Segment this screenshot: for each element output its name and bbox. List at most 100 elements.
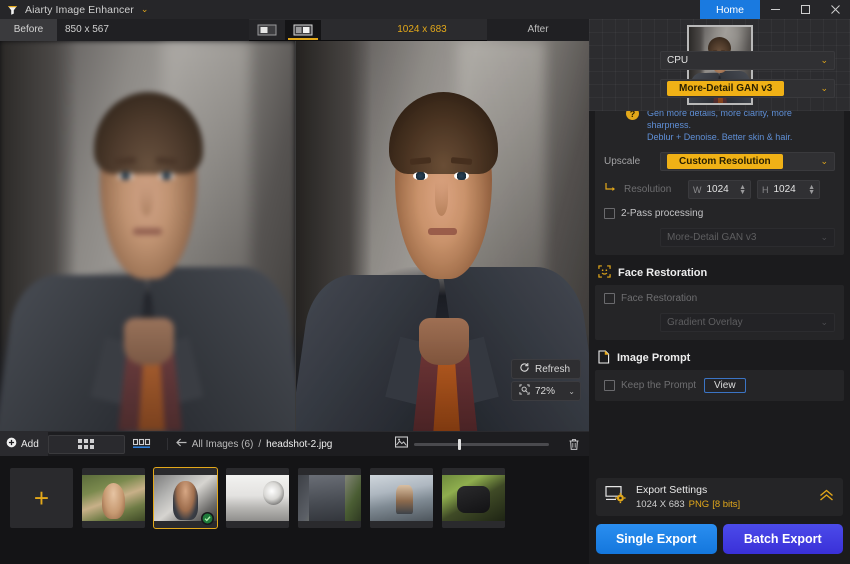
- width-value: 1024: [706, 184, 729, 196]
- thumbnail-add[interactable]: +: [10, 468, 73, 528]
- trash-icon[interactable]: [559, 438, 589, 451]
- before-image[interactable]: [0, 41, 295, 431]
- breadcrumb-all-images[interactable]: All Images (6): [192, 439, 254, 450]
- title-bar: Aiarty Image Enhancer ⌄ Home: [0, 0, 850, 19]
- thumbnail-3[interactable]: [226, 468, 289, 528]
- add-label: Add: [21, 438, 39, 450]
- zoom-control[interactable]: 72% ⌄: [511, 381, 581, 401]
- breadcrumb-current-file: headshot-2.jpg: [266, 438, 333, 450]
- keep-prompt-checkbox[interactable]: Keep the Prompt: [604, 380, 697, 392]
- checkbox-icon: [604, 293, 615, 305]
- before-tab[interactable]: Before: [0, 18, 57, 41]
- view-mode-toggles: [249, 19, 321, 41]
- compare-bar: Before 850 x 567 1024 x 683 After: [0, 18, 589, 41]
- app-logo-icon: [6, 3, 19, 16]
- editor-pane: Before 850 x 567 1024 x 683 After Refres…: [0, 18, 589, 564]
- face-restoration-label: Face Restoration: [621, 293, 698, 305]
- ai-model-help: ? Gen more details, more clarity, more s…: [604, 107, 835, 143]
- refresh-icon: [519, 362, 530, 376]
- export-dimensions: 1024 X 683: [636, 499, 685, 510]
- maximize-icon[interactable]: [790, 0, 820, 19]
- chevron-down-icon[interactable]: ⌄: [568, 387, 575, 396]
- thumbnail-4[interactable]: [298, 468, 361, 528]
- height-unit: H: [762, 184, 769, 195]
- upscale-row: Upscale Custom Resolution ⌄: [604, 152, 835, 172]
- split-view-icon[interactable]: [285, 19, 321, 40]
- close-icon[interactable]: [820, 0, 850, 19]
- two-pass-model-select[interactable]: More-Detail GAN v3 ⌄: [660, 228, 835, 248]
- export-buttons: Single Export Batch Export: [596, 524, 843, 554]
- document-icon: [598, 350, 610, 367]
- face-restoration-body: Face Restoration Gradient Overlay ⌄: [595, 285, 844, 341]
- grid-view-icon[interactable]: [48, 434, 125, 454]
- single-view-icon[interactable]: [249, 19, 285, 40]
- face-restoration-model-value: Gradient Overlay: [667, 317, 743, 329]
- ai-model-select[interactable]: More-Detail GAN v3 ⌄: [660, 79, 835, 98]
- hardware-value: CPU: [667, 55, 689, 66]
- batch-export-button[interactable]: Batch Export: [722, 524, 843, 554]
- section-image-prompt-header: Image Prompt: [589, 346, 850, 371]
- refresh-button[interactable]: Refresh: [511, 359, 581, 379]
- two-pass-model-row: More-Detail GAN v3 ⌄: [604, 228, 835, 248]
- plus-icon: +: [33, 482, 50, 513]
- chevron-down-icon: ⌄: [820, 156, 828, 167]
- single-export-button[interactable]: Single Export: [596, 524, 717, 554]
- section-face-restoration-header: Face Restoration: [589, 261, 850, 286]
- view-prompt-button[interactable]: View: [704, 378, 746, 394]
- slider-thumb[interactable]: [458, 438, 462, 450]
- thumbnail-2[interactable]: [153, 467, 218, 529]
- ai-model-value: More-Detail GAN v3: [667, 81, 785, 96]
- image-size-icon: [394, 435, 409, 453]
- back-arrow-icon[interactable]: [175, 438, 187, 450]
- sub-arrow-icon: [604, 182, 618, 197]
- chevron-down-icon: ⌄: [820, 83, 828, 93]
- help-line-2: Deblur + Denoise. Better skin & hair.: [647, 132, 793, 143]
- before-photo: [0, 41, 295, 431]
- keep-prompt-label: Keep the Prompt: [621, 380, 697, 392]
- face-restoration-icon: [598, 265, 611, 281]
- section-title: Face Restoration: [618, 267, 708, 280]
- export-bit-depth: [8 bits]: [712, 499, 741, 510]
- processed-check-icon: [201, 512, 214, 525]
- face-restoration-model-row: Gradient Overlay ⌄: [604, 313, 835, 333]
- hardware-select[interactable]: CPU ⌄: [660, 51, 835, 70]
- minimize-icon[interactable]: [760, 0, 790, 19]
- checkbox-icon: [604, 208, 615, 220]
- chevron-up-icon[interactable]: [819, 489, 834, 505]
- image-compare-canvas[interactable]: Refresh 72% ⌄: [0, 41, 589, 431]
- export-settings-icon: [605, 485, 627, 509]
- before-dimensions: 850 x 567: [57, 18, 249, 41]
- two-pass-checkbox[interactable]: 2-Pass processing: [604, 208, 703, 220]
- thumbnail-6[interactable]: [442, 468, 505, 528]
- chevron-down-icon: ⌄: [820, 317, 828, 328]
- stepper-arrows-icon[interactable]: ▲ ▼: [739, 184, 746, 196]
- chevron-down-icon: ⌄: [820, 232, 828, 243]
- width-stepper[interactable]: W 1024 ▲ ▼: [688, 180, 751, 200]
- upscale-value: Custom Resolution: [667, 154, 783, 170]
- stepper-arrows-icon[interactable]: ▲ ▼: [808, 184, 815, 196]
- chevron-down-icon[interactable]: ⌄: [141, 4, 149, 15]
- after-dimensions: 1024 x 683: [397, 24, 447, 35]
- export-settings-row[interactable]: Export Settings 1024 X 683 PNG [8 bits]: [596, 478, 843, 516]
- width-unit: W: [693, 184, 702, 195]
- slider-track[interactable]: [414, 438, 550, 450]
- filmstrip-view-icon[interactable]: [125, 432, 159, 457]
- thumbnail-5[interactable]: [370, 468, 433, 528]
- after-tab[interactable]: After: [487, 18, 589, 41]
- thumbnail-size-slider[interactable]: [394, 435, 550, 453]
- add-button[interactable]: Add: [0, 431, 48, 457]
- home-button[interactable]: Home: [700, 0, 760, 19]
- upscale-select[interactable]: Custom Resolution ⌄: [660, 152, 835, 172]
- keep-prompt-row: Keep the Prompt View: [604, 378, 835, 394]
- face-restoration-checkbox[interactable]: Face Restoration: [604, 293, 698, 305]
- thumbnail-1[interactable]: [82, 468, 145, 528]
- section-title: Image Prompt: [617, 352, 691, 365]
- face-restoration-model-select[interactable]: Gradient Overlay ⌄: [660, 313, 835, 333]
- breadcrumb: All Images (6) / headshot-2.jpg: [175, 438, 333, 450]
- resolution-label: Resolution: [624, 184, 672, 196]
- height-stepper[interactable]: H 1024 ▲ ▼: [757, 180, 820, 200]
- upscale-label: Upscale: [604, 156, 641, 168]
- checkbox-icon: [604, 380, 615, 392]
- two-pass-model-value: More-Detail GAN v3: [667, 232, 757, 244]
- image-prompt-body: Keep the Prompt View: [595, 370, 844, 402]
